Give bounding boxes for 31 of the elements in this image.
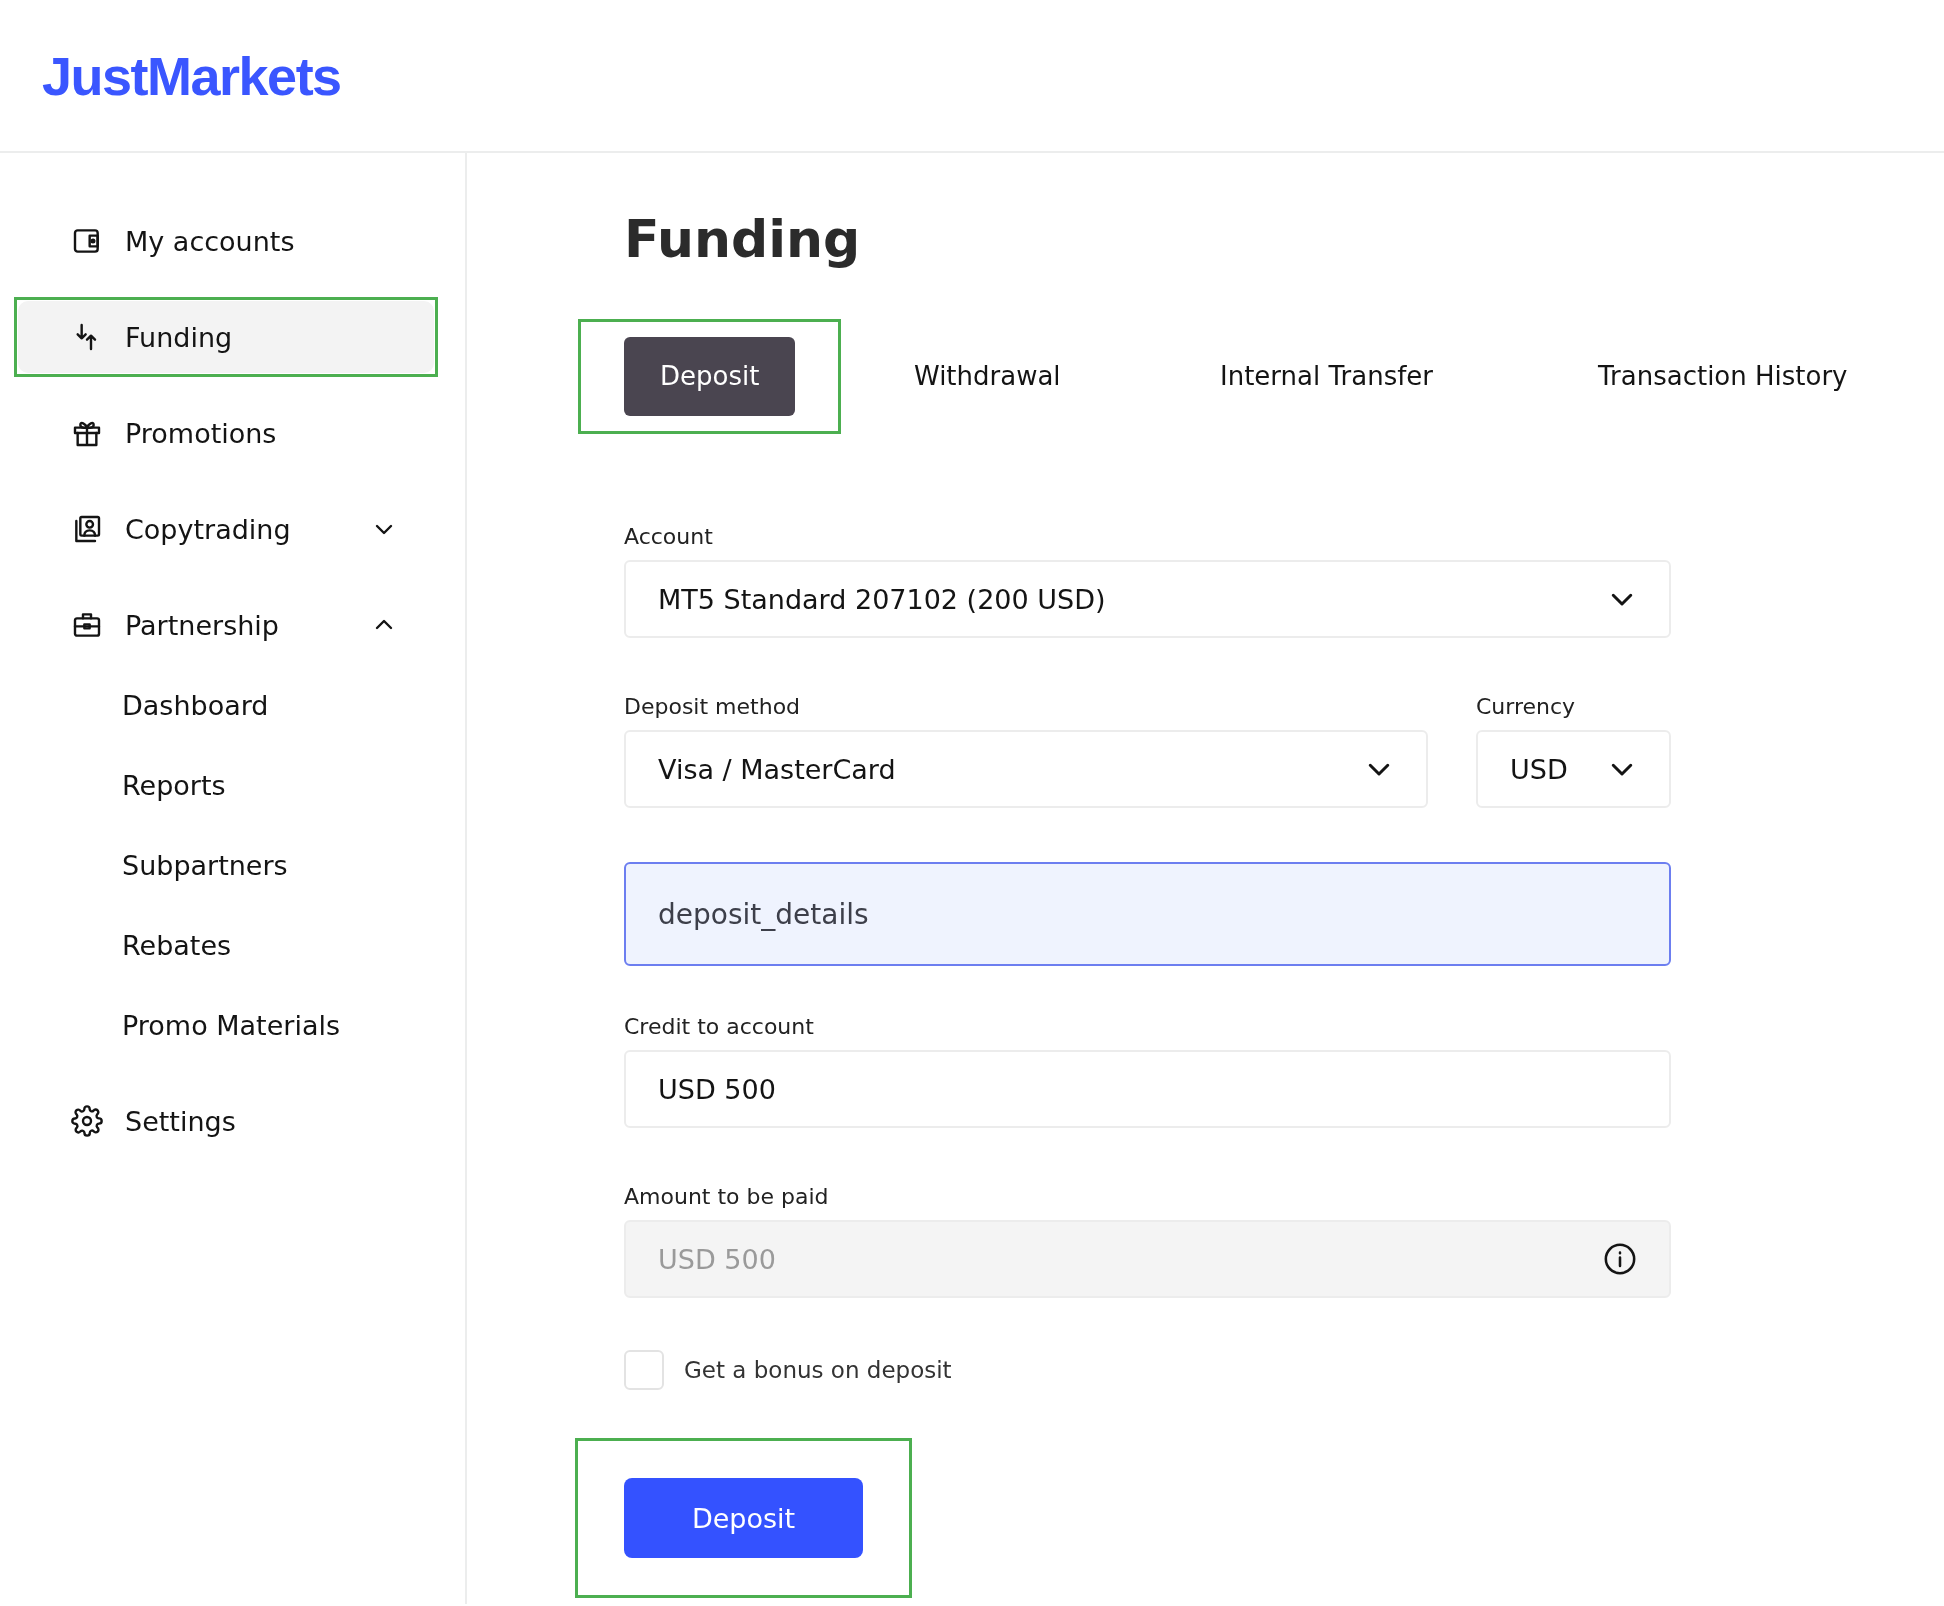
tab[interactable]: Internal Transfer <box>1220 336 1433 416</box>
checkbox-label: Get a bonus on deposit <box>684 1357 952 1383</box>
page-title: Funding <box>624 209 862 269</box>
tab[interactable]: Deposit <box>624 336 796 416</box>
sidebar-item[interactable]: My accounts <box>18 205 434 277</box>
account-select[interactable]: MT5 Standard 207102 (200 USD) <box>624 560 1671 638</box>
details-field[interactable]: deposit_details <box>624 862 1671 966</box>
logo[interactable]: JustMarkets <box>42 44 341 107</box>
currency-select[interactable]: USD <box>1476 730 1671 808</box>
field-label: Currency <box>1476 694 1577 720</box>
sidebar-subitem[interactable]: Rebates <box>0 905 465 985</box>
tab[interactable]: Transaction History <box>1598 336 1848 416</box>
tab[interactable]: Withdrawal <box>914 336 1061 416</box>
deposit-button[interactable]: Deposit <box>624 1478 863 1558</box>
field-label: Amount to be paid <box>624 1184 830 1210</box>
field-label: Credit to account <box>624 1014 815 1040</box>
sidebar-item[interactable]: Settings <box>18 1085 434 1157</box>
sidebar-item[interactable]: Copytrading <box>18 493 434 565</box>
sidebar-subitem[interactable]: Dashboard <box>0 665 465 745</box>
sidebar-subitem[interactable]: Reports <box>0 745 465 825</box>
sidebar-subitem[interactable]: Promo Materials <box>0 985 465 1065</box>
sidebar-item[interactable]: Promotions <box>18 397 434 469</box>
field-label: Account <box>624 524 714 550</box>
sidebar-item[interactable]: Funding <box>18 301 434 373</box>
deposit-method-select[interactable]: Visa / MasterCard <box>624 730 1428 808</box>
settings-icon <box>71 1105 103 1137</box>
credit-field[interactable]: USD 500 <box>624 1050 1671 1128</box>
sidebar-item[interactable]: Partnership <box>18 589 434 661</box>
sidebar-subitem[interactable]: Subpartners <box>0 825 465 905</box>
checkbox[interactable] <box>624 1350 664 1390</box>
field-label: Deposit method <box>624 694 802 720</box>
